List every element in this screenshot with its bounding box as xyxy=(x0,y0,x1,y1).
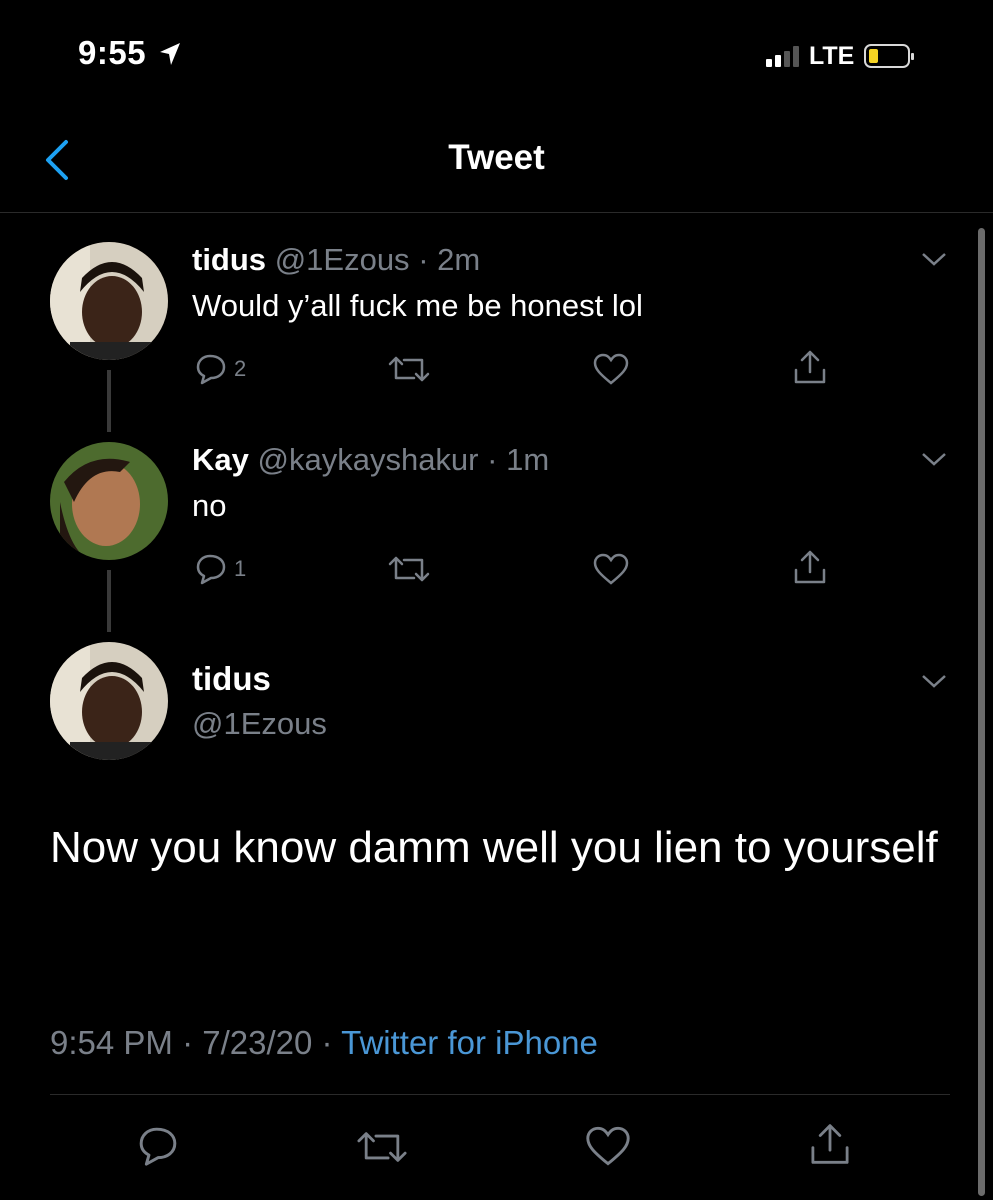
tweet-source-link[interactable]: Twitter for iPhone xyxy=(341,1024,598,1061)
separator: · xyxy=(321,1024,333,1061)
tweet-header: Kay @kaykayshakur · 1m xyxy=(192,442,549,478)
main-tweet-text: Now you know damm well you lien to yours… xyxy=(50,823,938,872)
tweet-date: 7/23/20 xyxy=(202,1024,313,1061)
author-handle[interactable]: @1Ezous xyxy=(275,242,410,277)
reply-icon xyxy=(196,354,226,385)
share-icon[interactable] xyxy=(792,548,828,586)
thread-line xyxy=(107,570,111,632)
chevron-down-icon[interactable] xyxy=(920,672,948,690)
separator: · xyxy=(182,1024,194,1061)
thread-tweet[interactable]: tidus @1Ezous · 2m Would y’all fuck me b… xyxy=(0,236,970,432)
reply-count: 2 xyxy=(234,356,247,381)
network-label: LTE xyxy=(809,41,855,70)
retweet-icon[interactable] xyxy=(386,552,432,586)
like-icon[interactable] xyxy=(584,1124,632,1168)
chevron-down-icon[interactable] xyxy=(920,250,948,268)
page-title: Tweet xyxy=(448,138,545,177)
separator: · xyxy=(487,442,498,477)
divider xyxy=(50,1094,950,1095)
signal-icon xyxy=(766,45,799,67)
like-icon[interactable] xyxy=(592,552,630,586)
tweet-text: Would y’all fuck me be honest lol xyxy=(192,288,643,323)
author-name[interactable]: tidus xyxy=(192,242,266,277)
author-name[interactable]: Kay xyxy=(192,442,249,477)
author-handle[interactable]: @kaykayshakur xyxy=(258,442,479,477)
chevron-down-icon[interactable] xyxy=(920,450,948,468)
avatar[interactable] xyxy=(50,642,168,760)
reply-icon[interactable] xyxy=(136,1124,180,1168)
reply-count: 1 xyxy=(234,556,247,581)
status-indicators: LTE xyxy=(766,40,915,72)
retweet-icon[interactable] xyxy=(386,352,432,386)
share-icon[interactable] xyxy=(808,1120,852,1168)
location-arrow-icon xyxy=(159,43,180,65)
author-name[interactable]: tidus xyxy=(192,660,271,698)
tweet-header: tidus @1Ezous · 2m xyxy=(192,242,480,278)
retweet-icon[interactable] xyxy=(354,1126,410,1168)
battery-icon xyxy=(864,44,915,68)
status-time-text: 9:55 xyxy=(78,34,147,71)
tweet-text: no xyxy=(192,488,227,523)
tweet-time: 2m xyxy=(437,242,481,277)
header-divider xyxy=(0,212,993,213)
avatar[interactable] xyxy=(50,242,168,360)
separator: · xyxy=(418,242,429,277)
avatar[interactable] xyxy=(50,442,168,560)
reply-button[interactable]: 1 xyxy=(194,552,246,586)
tweet-time: 1m xyxy=(506,442,550,477)
status-time: 9:55 xyxy=(78,34,182,72)
author-handle[interactable]: @1Ezous xyxy=(192,706,327,742)
share-icon[interactable] xyxy=(792,348,828,386)
reply-icon xyxy=(196,554,226,585)
thread-line xyxy=(107,370,111,432)
reply-button[interactable]: 2 xyxy=(194,352,246,386)
tweet-time: 9:54 PM xyxy=(50,1024,173,1061)
like-icon[interactable] xyxy=(592,352,630,386)
tweet-meta: 9:54 PM · 7/23/20 · Twitter for iPhone xyxy=(50,1024,598,1062)
thread-tweet[interactable]: Kay @kaykayshakur · 1m no 1 xyxy=(0,436,970,632)
scrollbar[interactable] xyxy=(978,228,985,1196)
